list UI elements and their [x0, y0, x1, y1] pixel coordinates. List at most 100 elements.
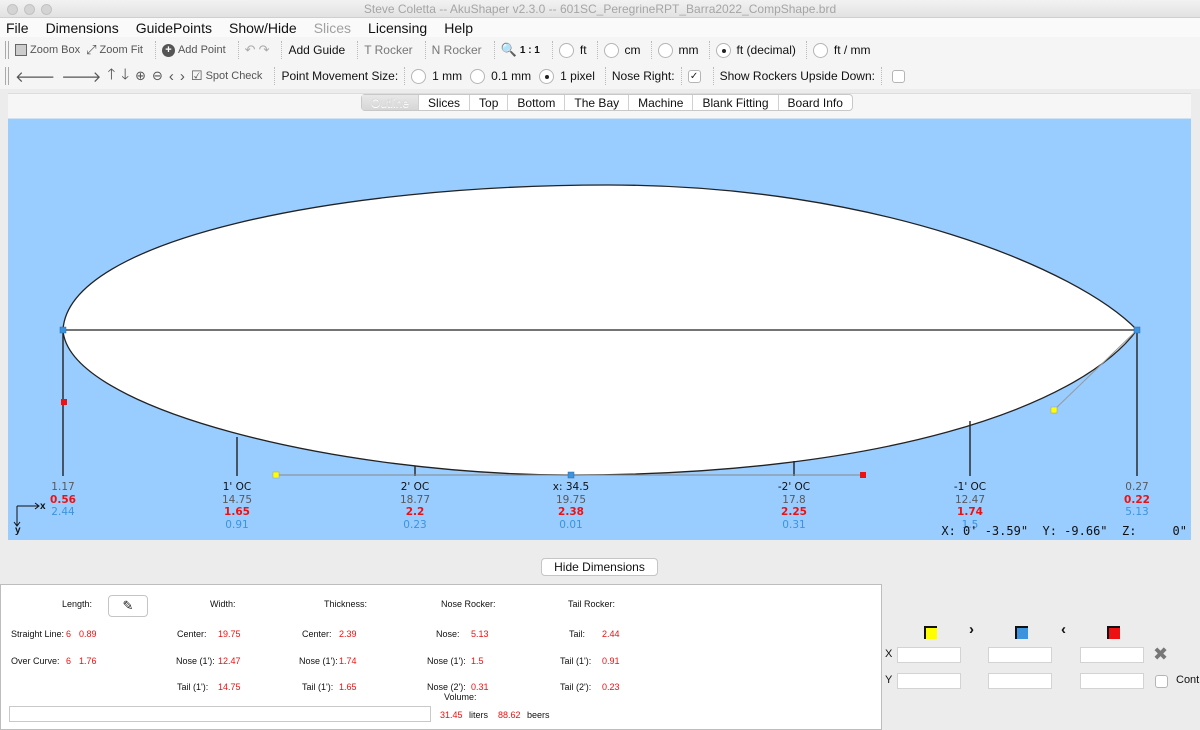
- blue-point-x-input[interactable]: [988, 647, 1052, 663]
- toolbar-separator: [357, 41, 359, 59]
- yellow-point-y-input[interactable]: [897, 673, 961, 689]
- toolbar-separator: [596, 41, 598, 59]
- arrow-right-icon[interactable]: 🡒: [61, 67, 101, 86]
- add-guide-button[interactable]: Add Guide: [288, 43, 345, 57]
- chevron-left-icon: ‹: [1061, 621, 1066, 638]
- toolbar-grip[interactable]: [5, 67, 9, 85]
- unit-ft-radio[interactable]: ft: [558, 42, 587, 58]
- blue-point-y-input[interactable]: [988, 673, 1052, 689]
- continuous-checkbox[interactable]: [1155, 675, 1168, 688]
- volume-notes-input[interactable]: [9, 706, 431, 722]
- tab-top[interactable]: Top: [470, 95, 509, 110]
- nose-rocker-label: Nose Rocker:: [441, 599, 496, 609]
- t-rocker-button[interactable]: T Rocker: [364, 43, 412, 57]
- station-readout-nose-tip: 1.17 0.56 2.44: [50, 481, 76, 519]
- menu-dimensions[interactable]: Dimensions: [46, 20, 119, 36]
- red-point-y-input[interactable]: [1080, 673, 1144, 689]
- toolbar-separator: [551, 41, 553, 59]
- toolbar-separator: [880, 67, 882, 85]
- tail-rocker-2ft-value: 0.23: [602, 682, 620, 692]
- over-curve-in: 1.76: [79, 656, 97, 666]
- tab-machine[interactable]: Machine: [629, 95, 694, 110]
- toolbar-grip[interactable]: [5, 41, 9, 59]
- menu-file[interactable]: File: [6, 20, 29, 36]
- beers-label: beers: [527, 710, 550, 720]
- nose-rocker-1ft-value: 1.5: [471, 656, 484, 666]
- n-rocker-button[interactable]: N Rocker: [432, 43, 482, 57]
- redo-icon[interactable]: ↷: [259, 42, 270, 58]
- chevron-right-icon[interactable]: ›: [180, 68, 185, 85]
- movement-0-1mm-radio[interactable]: 0.1 mm: [470, 68, 531, 84]
- tab-outline[interactable]: Outline: [362, 95, 420, 110]
- over-curve-label: Over Curve:: [11, 656, 60, 666]
- control-point-red[interactable]: [860, 472, 866, 478]
- control-point-red-nose[interactable]: [61, 399, 67, 405]
- toolbar-separator: [805, 41, 807, 59]
- tab-blank-fitting[interactable]: Blank Fitting: [693, 95, 779, 110]
- menu-show-hide[interactable]: Show/Hide: [229, 20, 297, 36]
- yellow-point-x-input[interactable]: [897, 647, 961, 663]
- add-point-button[interactable]: + Add Point: [161, 43, 226, 57]
- axis-x-label: x: [40, 501, 46, 512]
- control-point-blue-tail[interactable]: [1133, 326, 1141, 334]
- undo-icon[interactable]: ↶: [245, 42, 256, 58]
- board-outline-drawing[interactable]: [8, 119, 1191, 540]
- zoom-in-icon[interactable]: ⊕: [135, 68, 146, 84]
- toolbar-separator: [708, 41, 710, 59]
- clear-x-icon[interactable]: ✖: [1153, 644, 1168, 665]
- zoom-out-icon[interactable]: ⊖: [152, 68, 163, 84]
- dimensions-panel: Length: ✎ Width: Thickness: Nose Rocker:…: [0, 584, 882, 730]
- movement-1pixel-radio[interactable]: 1 pixel: [539, 68, 595, 84]
- arrow-up-icon[interactable]: 🡑: [107, 64, 115, 89]
- tab-bottom[interactable]: Bottom: [508, 95, 566, 110]
- chevron-left-icon[interactable]: ‹: [169, 68, 174, 85]
- edit-length-button[interactable]: ✎: [108, 595, 148, 617]
- tab-board-info[interactable]: Board Info: [779, 95, 852, 110]
- unit-mm-radio[interactable]: mm: [657, 42, 699, 58]
- nose-right-checkbox[interactable]: ✓: [687, 69, 701, 83]
- menu-licensing[interactable]: Licensing: [368, 20, 427, 36]
- unit-ft-decimal-radio[interactable]: ft (decimal): [715, 42, 796, 58]
- menu-help[interactable]: Help: [444, 20, 473, 36]
- y-label: Y: [885, 674, 893, 686]
- arrow-left-icon[interactable]: 🡐: [15, 67, 55, 86]
- zoom-box-button[interactable]: Zoom Box: [15, 44, 80, 56]
- spot-check-button[interactable]: ☑ Spot Check: [191, 68, 263, 84]
- scale-1-1-button[interactable]: 🔍 1 : 1: [501, 42, 540, 58]
- station-width: 1.17: [51, 481, 75, 493]
- continuous-label: Cont: [1176, 674, 1200, 686]
- toolbar-separator: [650, 41, 652, 59]
- station-heading: -1' OC: [953, 481, 987, 493]
- thickness-center-value: 2.39: [339, 629, 357, 639]
- volume-label: Volume:: [444, 692, 477, 702]
- control-point-yellow[interactable]: [272, 471, 280, 479]
- tab-the-bay[interactable]: The Bay: [565, 95, 630, 110]
- unit-ft-mm-radio[interactable]: ft / mm: [812, 42, 871, 58]
- hide-dimensions-button[interactable]: Hide Dimensions: [541, 558, 658, 576]
- zoom-fit-button[interactable]: ⤢ Zoom Fit: [86, 42, 143, 58]
- unit-cm-radio[interactable]: cm: [603, 42, 641, 58]
- radio-circle: [558, 42, 574, 58]
- arrow-down-icon[interactable]: 🡓: [121, 64, 129, 89]
- window-title: Steve Coletta -- AkuShaper v2.3.0 -- 601…: [363, 2, 837, 16]
- liters-label: liters: [469, 710, 489, 720]
- yellow-point-swatch: [924, 626, 937, 639]
- volume-beers-value: 88.62: [498, 710, 521, 720]
- chevron-right-icon: ›: [969, 621, 974, 638]
- menu-guidepoints[interactable]: GuidePoints: [136, 20, 212, 36]
- station-width: 0.27: [1125, 481, 1149, 493]
- straight-line-label: Straight Line:: [11, 629, 65, 639]
- movement-1mm-radio[interactable]: 1 mm: [411, 68, 462, 84]
- radio-circle: [603, 42, 619, 58]
- red-point-x-input[interactable]: [1080, 647, 1144, 663]
- control-point-blue[interactable]: [567, 471, 575, 479]
- station-rocker: 0.91: [225, 518, 249, 531]
- control-point-blue-nose[interactable]: [59, 326, 67, 334]
- nose-right-label: Nose Right:: [611, 69, 675, 83]
- outline-canvas[interactable]: x y 1.17 0.56 2.44 1' OC 14.75 1.65 0.91…: [8, 118, 1191, 540]
- show-rockers-upside-down-checkbox[interactable]: [891, 69, 905, 83]
- station-readout-neg2ft: -2' OC 17.8 2.25 0.31: [778, 481, 810, 531]
- control-point-yellow-tail[interactable]: [1050, 406, 1058, 414]
- station-rocker: 0.23: [403, 518, 427, 531]
- tab-slices[interactable]: Slices: [419, 95, 471, 110]
